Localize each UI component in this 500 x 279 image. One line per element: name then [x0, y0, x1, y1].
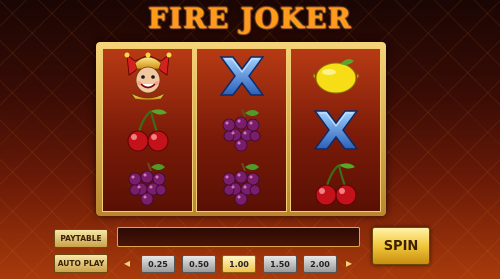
- reel-1: [102, 48, 193, 212]
- chevron-left-icon[interactable]: ◂: [121, 255, 133, 271]
- bet-option[interactable]: 1.50: [263, 255, 297, 273]
- autoplay-button[interactable]: AUTO PLAY: [54, 254, 108, 273]
- chevron-right-icon[interactable]: ▸: [343, 255, 355, 271]
- grapes-icon: [103, 157, 192, 211]
- bet-option[interactable]: 0.50: [182, 255, 216, 273]
- cherries-icon: [103, 103, 192, 157]
- paytable-button[interactable]: PAYTABLE: [54, 229, 108, 248]
- message-bar: [117, 227, 360, 247]
- grapes-icon: [197, 103, 286, 157]
- x-icon: [291, 103, 380, 157]
- spin-button[interactable]: SPIN: [372, 227, 430, 265]
- bet-option-selected[interactable]: 1.00: [222, 255, 256, 273]
- x-icon: [197, 49, 286, 103]
- lemon-icon: [291, 49, 380, 103]
- reel-frame: [96, 42, 386, 216]
- bet-option[interactable]: 2.00: [303, 255, 337, 273]
- reel-3: [290, 48, 381, 212]
- cherries-icon: [291, 157, 380, 211]
- grapes-icon: [197, 157, 286, 211]
- joker-icon: [103, 49, 192, 103]
- game-title: FIRE JOKER: [148, 2, 352, 35]
- reel-2: [196, 48, 287, 212]
- bet-option[interactable]: 0.25: [141, 255, 175, 273]
